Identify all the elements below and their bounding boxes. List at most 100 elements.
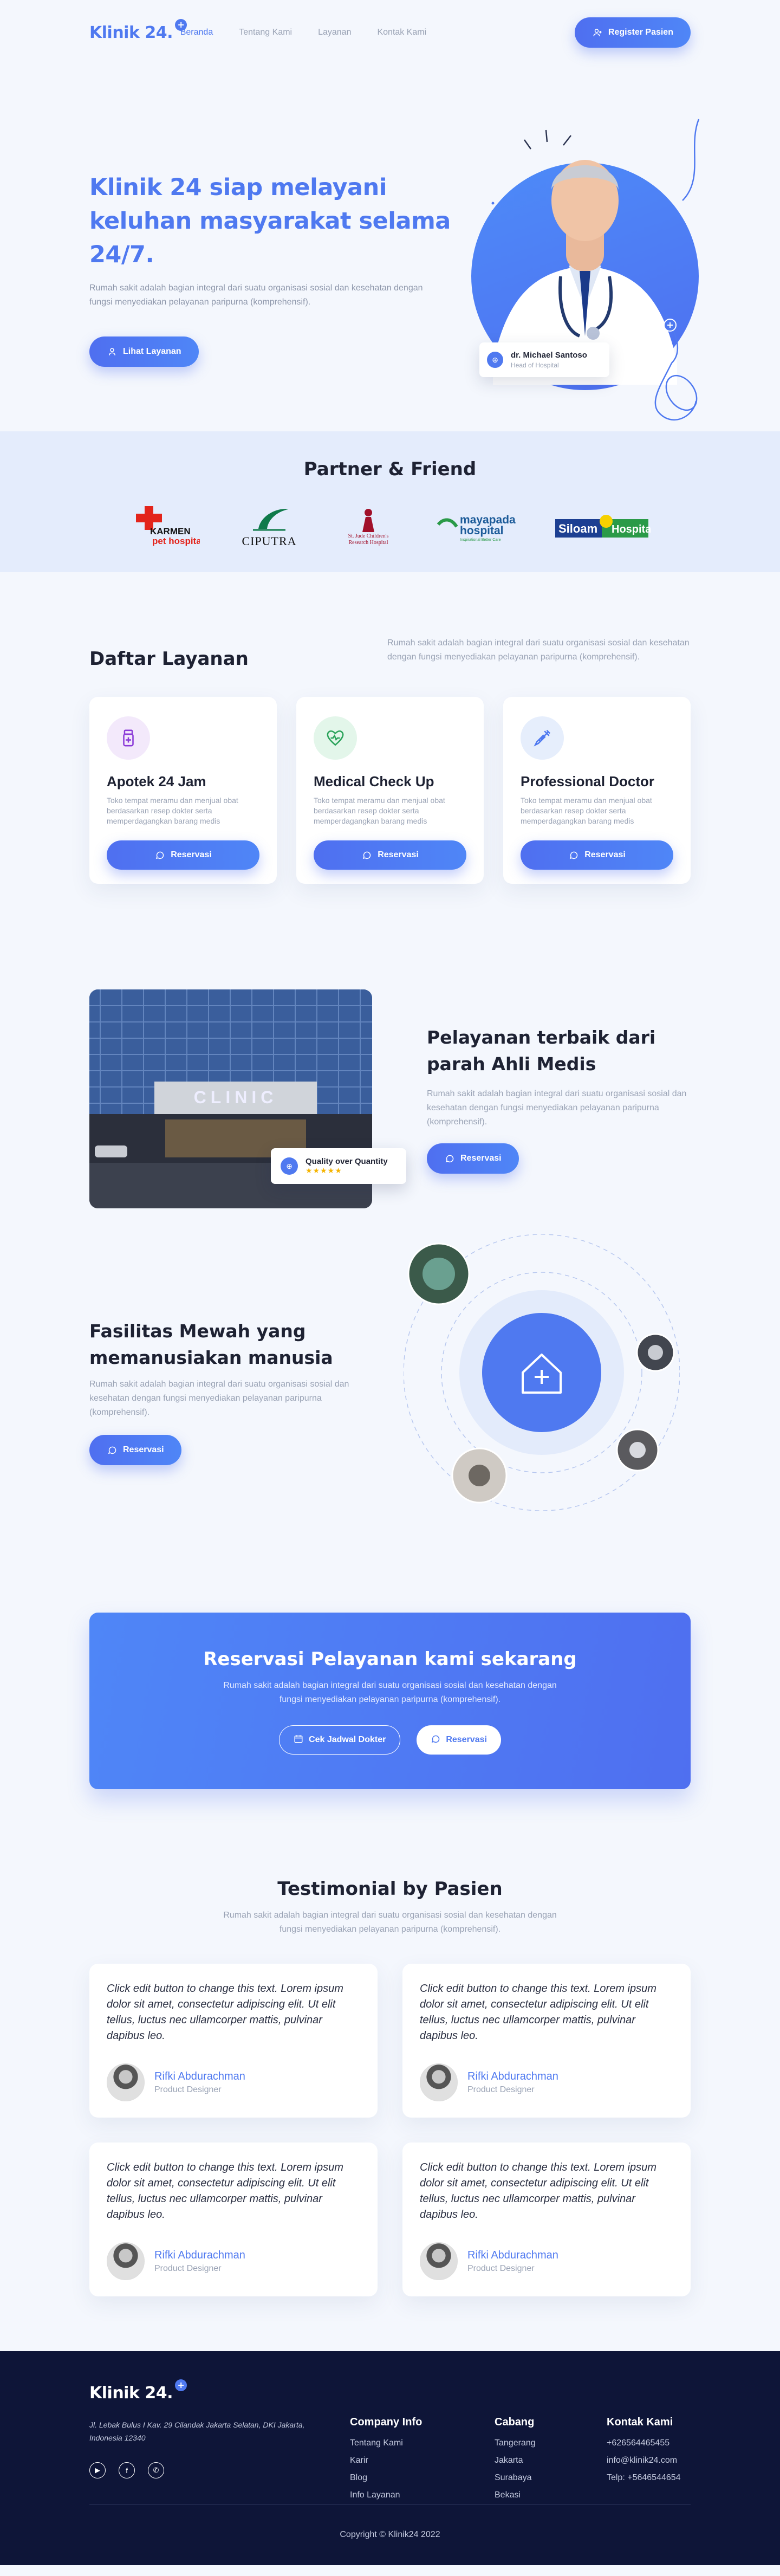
svg-text:hospital: hospital — [460, 525, 504, 537]
footer-link[interactable]: Info Layanan — [350, 2490, 422, 2500]
nav-link-layanan[interactable]: Layanan — [318, 28, 351, 37]
cta-section: Reservasi Pelayanan kami sekarang Rumah … — [89, 1613, 691, 1878]
partner-logo-st-jude: St. Jude Children's Research Hospital — [339, 503, 398, 551]
testimonial-author: Rifki Abdurachman Product Designer — [420, 2242, 673, 2280]
footer-address: Jl. Lebak Bulus I Kav. 29 Cilandak Jakar… — [89, 2420, 305, 2442]
partner-logo-mayapada: mayapada hospital Inspirational Better C… — [435, 503, 516, 551]
partner-section: Partner & Friend KARMEN pet hospital CIP… — [0, 431, 780, 572]
register-patient-button[interactable]: Register Pasien — [574, 17, 691, 48]
hospital-icon: ⊕ — [487, 352, 503, 368]
reserve-button[interactable]: Reservasi — [107, 840, 259, 870]
doctor-card: ⊕ dr. Michael Santoso Head of Hospital — [479, 342, 609, 377]
whatsapp-icon — [444, 1153, 455, 1164]
contact-title: Kontak Kami — [607, 2416, 673, 2428]
nav-link-tentang-kami[interactable]: Tentang Kami — [239, 28, 292, 37]
company-info-title: Company Info — [350, 2416, 422, 2428]
author-name: Rifki Abdurachman — [154, 2070, 245, 2082]
testimonial-grid: Click edit button to change this text. L… — [89, 1964, 691, 2296]
svg-text:Siloam: Siloam — [558, 522, 597, 535]
reserve-button[interactable]: Reservasi — [89, 1435, 181, 1465]
author-name: Rifki Abdurachman — [467, 2070, 558, 2082]
logo[interactable]: Klinik 24. + — [89, 18, 187, 42]
facility-section: Fasilitas Mewah yang memanusiakan manusi… — [89, 1222, 691, 1613]
footer-link[interactable]: Telp: +5646544654 — [607, 2473, 681, 2483]
check-schedule-button[interactable]: Cek Jadwal Dokter — [279, 1725, 401, 1755]
footer-link[interactable]: info@klinik24.com — [607, 2456, 681, 2465]
footer-link[interactable]: Surabaya — [495, 2473, 536, 2483]
svg-text:St. Jude Children's: St. Jude Children's — [348, 533, 389, 539]
avatar — [107, 2242, 145, 2280]
register-patient-label: Register Pasien — [608, 28, 673, 37]
reserve-label: Reservasi — [584, 850, 626, 859]
testimonial-quote: Click edit button to change this text. L… — [107, 2161, 343, 2221]
about-title: Pelayanan terbaik dari parah Ahli Medis — [427, 1027, 656, 1075]
author-role: Product Designer — [154, 2263, 222, 2273]
footer-link[interactable]: +626564465455 — [607, 2438, 681, 2448]
partner-title: Partner & Friend — [303, 458, 477, 480]
about-text: Pelayanan terbaik dari parah Ahli Medis … — [427, 1024, 691, 1174]
service-description: Toko tempat meramu dan menjual obat berd… — [521, 796, 652, 825]
svg-text:Inspirational Better Care: Inspirational Better Care — [460, 538, 501, 542]
nav-link-kontak-kami[interactable]: Kontak Kami — [377, 28, 426, 37]
services-title: Daftar Layanan — [89, 648, 249, 670]
svg-text:Research Hospital: Research Hospital — [348, 540, 388, 546]
about-section: CLINIC ⊕ Quality over Quantity ★★★★★ Pel… — [89, 989, 691, 1222]
footer-link[interactable]: Tangerang — [495, 2438, 536, 2448]
avatar — [420, 2242, 458, 2280]
whatsapp-icon — [107, 1445, 118, 1455]
service-card-pharmacy: Apotek 24 Jam Toko tempat meramu dan men… — [89, 697, 277, 884]
reserve-button[interactable]: Reservasi — [314, 840, 466, 870]
reserve-button[interactable]: Reservasi — [521, 840, 673, 870]
whatsapp-icon[interactable]: ✆ — [148, 2462, 164, 2478]
cta-title: Reservasi Pelayanan kami sekarang — [203, 1648, 577, 1670]
facility-orbit — [404, 1234, 680, 1511]
hero-text: Klinik 24 siap melayani keluhan masyarak… — [89, 171, 469, 367]
footer-logo[interactable]: Klinik 24. + — [89, 2379, 187, 2403]
heart-pulse-icon — [314, 716, 357, 760]
cta-description: Rumah sakit adalah bagian integral dari … — [223, 1681, 557, 1704]
services-section: Daftar Layanan Rumah sakit adalah bagian… — [89, 572, 691, 989]
user-plus-icon — [592, 27, 603, 38]
whatsapp-icon — [568, 850, 579, 860]
user-icon — [107, 346, 118, 357]
author-role: Product Designer — [154, 2085, 222, 2094]
footer-logo-text: Klinik 24. — [89, 2384, 173, 2403]
youtube-icon[interactable]: ▶ — [89, 2462, 106, 2478]
cta-box: Reservasi Pelayanan kami sekarang Rumah … — [89, 1613, 691, 1789]
svg-text:KARMEN: KARMEN — [150, 526, 191, 536]
footer-columns: Klinik 24. + Jl. Lebak Bulus I Kav. 29 Ci… — [89, 2379, 691, 2508]
footer-link[interactable]: Karir — [350, 2456, 422, 2465]
whatsapp-icon — [154, 850, 165, 860]
reserve-label: Reservasi — [460, 1154, 502, 1163]
footer: Klinik 24. + Jl. Lebak Bulus I Kav. 29 Ci… — [0, 2351, 780, 2565]
about-description: Rumah sakit adalah bagian integral dari … — [427, 1089, 687, 1127]
quality-label: Quality over Quantity — [306, 1157, 388, 1166]
footer-link[interactable]: Jakarta — [495, 2456, 536, 2465]
whatsapp-icon — [431, 1734, 440, 1746]
reserve-button[interactable]: Reservasi — [427, 1143, 519, 1174]
reserve-label: Reservasi — [123, 1445, 164, 1454]
footer-link[interactable]: Tentang Kami — [350, 2438, 422, 2448]
calendar-icon — [294, 1734, 303, 1746]
footer-divider — [89, 2504, 691, 2505]
testimonial-section: Testimonial by Pasien Rumah sakit adalah… — [89, 1878, 691, 2351]
footer-link[interactable]: Bekasi — [495, 2490, 536, 2500]
social-links: ▶ f ✆ — [89, 2462, 164, 2478]
partner-logo-karmen: KARMEN pet hospital — [129, 503, 200, 551]
testimonial-quote: Click edit button to change this text. L… — [107, 1983, 343, 2042]
whatsapp-icon — [361, 850, 372, 860]
testimonial-card: Click edit button to change this text. L… — [402, 1964, 691, 2118]
testimonial-title: Testimonial by Pasien — [277, 1878, 503, 1900]
reserve-button[interactable]: Reservasi — [417, 1725, 501, 1755]
testimonial-card: Click edit button to change this text. L… — [89, 1964, 378, 2118]
reserve-label: Reservasi — [171, 850, 212, 859]
facility-description: Rumah sakit adalah bagian integral dari … — [89, 1380, 349, 1417]
footer-link[interactable]: Blog — [350, 2473, 422, 2483]
reserve-label: Reservasi — [446, 1735, 487, 1744]
testimonial-quote: Click edit button to change this text. L… — [420, 2161, 656, 2221]
facebook-icon[interactable]: f — [119, 2462, 135, 2478]
navbar: Klinik 24. + Beranda Tentang Kami Layanan… — [89, 0, 691, 65]
view-services-button[interactable]: Lihat Layanan — [89, 336, 199, 367]
service-title: Apotek 24 Jam — [107, 773, 206, 789]
hero-description: Rumah sakit adalah bagian integral dari … — [89, 283, 423, 307]
